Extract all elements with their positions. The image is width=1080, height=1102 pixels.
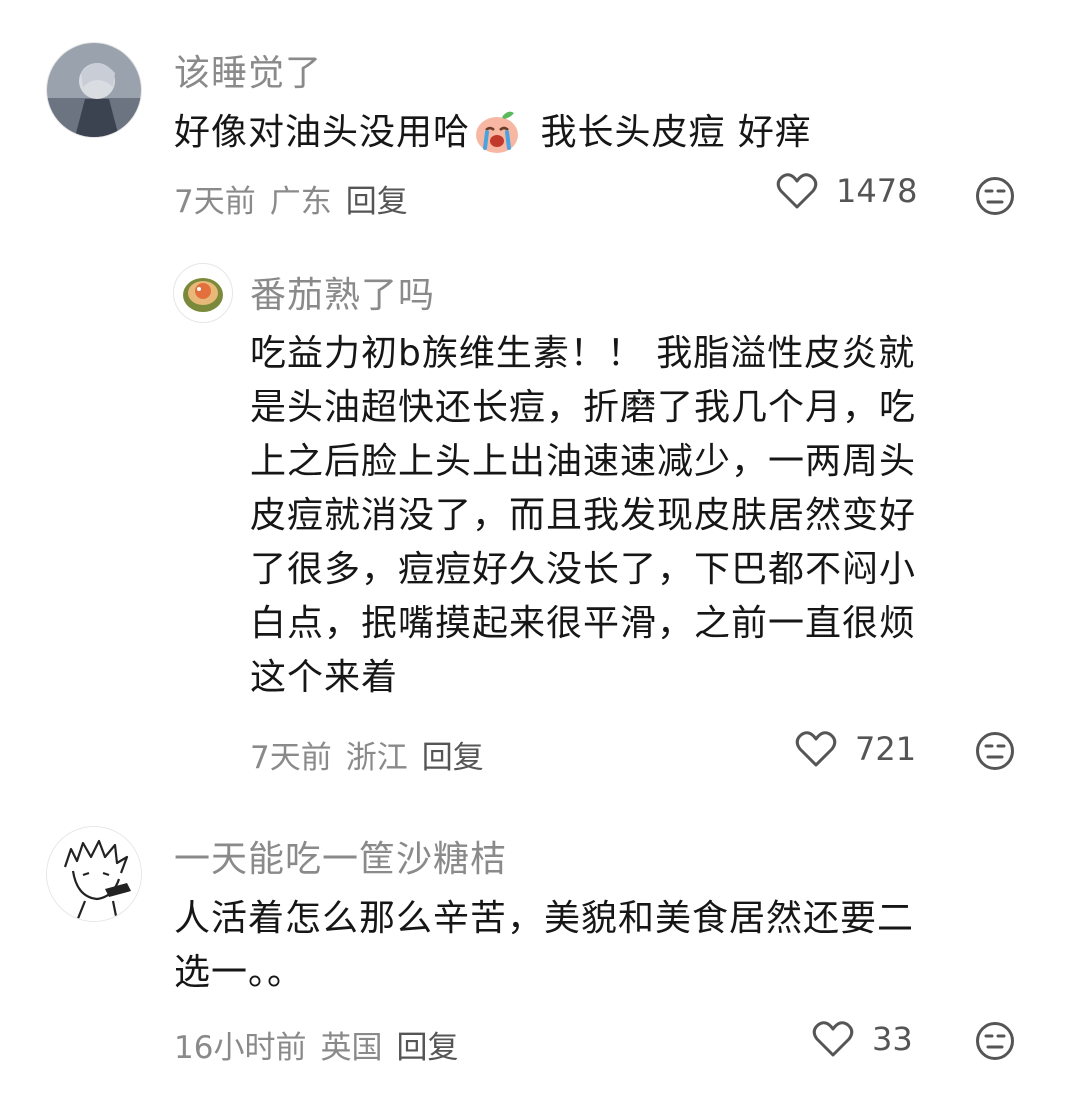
avatar[interactable]: [46, 826, 142, 922]
comment-text: 吃益力初b族维生素！！ 我脂溢性皮炎就 是头油超快还长痘，折磨了我几个月，吃 上…: [250, 327, 916, 705]
comment-time: 7天前: [250, 740, 332, 776]
comment-meta: 7天前 浙江 回复: [250, 732, 498, 777]
username[interactable]: 番茄熟了吗: [250, 266, 435, 318]
comment-meta: 16小时前 英国 回复: [174, 1022, 472, 1067]
dislike-face-icon[interactable]: [975, 1021, 1015, 1061]
comment-line: 人活着怎么那么辛苦，美貌和美食居然还要二: [174, 898, 915, 939]
heart-icon: [776, 173, 818, 209]
like-count: 1478: [836, 172, 918, 210]
comment-text: 人活着怎么那么辛苦，美貌和美食居然还要二 选一。。: [174, 892, 914, 1000]
like-button[interactable]: 1478: [776, 172, 917, 210]
username[interactable]: 该睡觉了: [174, 44, 322, 96]
comment-location: 广东: [269, 184, 332, 220]
comment-meta: 7天前 广东 回复: [174, 176, 422, 221]
reply-button[interactable]: 回复: [422, 740, 484, 776]
dislike-face-icon[interactable]: [975, 731, 1015, 771]
avatar[interactable]: [173, 263, 233, 323]
comment-time: 16小时前: [174, 1030, 307, 1066]
comment-text-part: 好像对油头没用哈: [174, 112, 471, 153]
comment-line: 吃益力初b族维生素！！ 我脂溢性皮炎就: [250, 333, 916, 374]
heart-icon: [795, 731, 837, 767]
like-count: 33: [872, 1020, 913, 1058]
comment-time: 7天前: [174, 184, 256, 220]
comment-text-part: 我长头皮痘 好痒: [528, 112, 812, 153]
comment-location: 浙江: [345, 740, 408, 776]
reply-button[interactable]: 回复: [396, 1030, 458, 1066]
comment-location: 英国: [320, 1030, 383, 1066]
comment-text: 好像对油头没用哈 我长头皮痘 好痒: [174, 106, 812, 170]
comment-line: 是头油超快还长痘，折磨了我几个月，吃: [250, 387, 917, 428]
comment-line: 这个来着: [250, 657, 399, 698]
username[interactable]: 一天能吃一筐沙糖桔: [174, 830, 507, 882]
like-count: 721: [855, 730, 917, 768]
crying-face-emoji-icon: [472, 108, 522, 170]
like-button[interactable]: 33: [812, 1020, 913, 1058]
comment-line: 选一。。: [174, 952, 305, 993]
heart-icon: [812, 1021, 854, 1057]
comment-line: 上之后脸上头上出油速速减少，一两周头: [250, 441, 917, 482]
comment-line: 皮痘就消没了，而且我发现皮肤居然变好: [250, 495, 917, 536]
comment-line: 白点，抿嘴摸起来很平滑，之前一直很烦: [250, 603, 917, 644]
dislike-face-icon[interactable]: [975, 176, 1015, 216]
reply-button[interactable]: 回复: [346, 184, 408, 220]
like-button[interactable]: 721: [795, 730, 916, 768]
comment-line: 了很多，痘痘好久没长了，下巴都不闷小: [250, 549, 917, 590]
avatar[interactable]: [46, 42, 142, 138]
